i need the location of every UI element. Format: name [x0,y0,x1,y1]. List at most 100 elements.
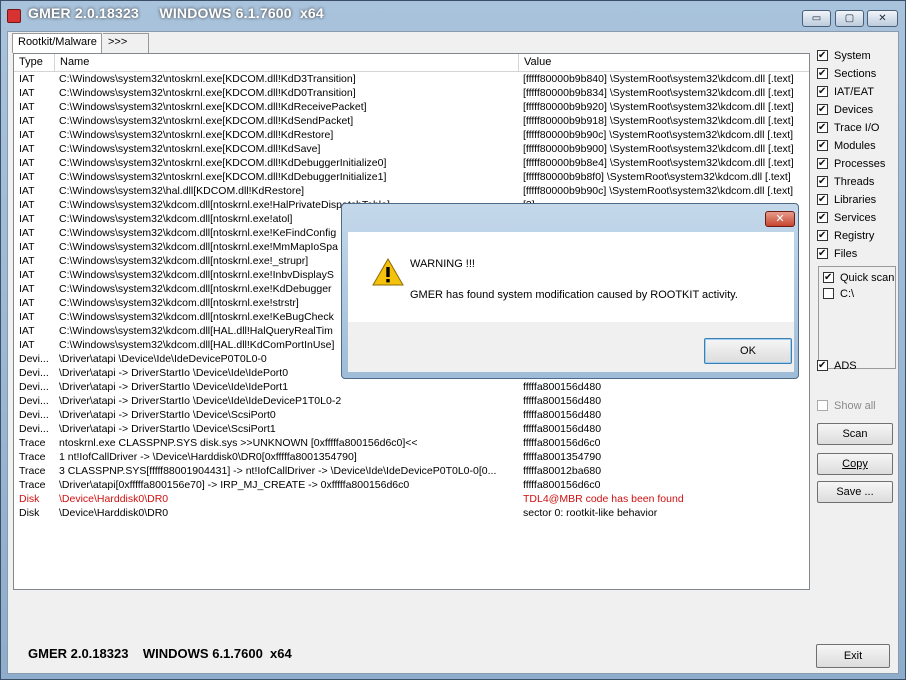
option-label: Sections [834,68,877,80]
table-row[interactable]: IAT C:\Windows\system32\ntoskrnl.exe[KDCO… [14,114,809,128]
row-type-cell: IAT [19,73,35,85]
table-row[interactable]: IAT C:\Windows\system32\ntoskrnl.exe[KDCO… [14,72,809,86]
checkbox-icon [817,102,828,118]
option-checkbox-sections[interactable]: Sections [817,66,876,82]
row-name-cell: \Device\Harddisk0\DR0 [59,507,169,519]
scan-button[interactable]: Scan [817,423,893,445]
show-all-checkbox[interactable]: Show all [817,398,876,414]
option-checkbox-libraries[interactable]: Libraries [817,192,876,208]
row-type-cell: IAT [19,213,35,225]
title-bar[interactable]: GMER 2.0.18323 WINDOWS 6.1.7600 x64 ▭ ▢ … [1,1,905,31]
checkbox-icon [817,48,828,64]
row-value-cell: fffffa800156d480 [523,409,602,421]
option-checkbox-devices[interactable]: Devices [817,102,873,118]
row-type-cell: Devi... [19,423,49,435]
maximize-button[interactable]: ▢ [835,10,864,27]
option-checkbox-iat-eat[interactable]: IAT/EAT [817,84,874,100]
row-type-cell: Devi... [19,367,49,379]
option-checkbox-registry[interactable]: Registry [817,228,874,244]
row-value-cell: [fffff80000b9b90c] \SystemRoot\system32\… [523,185,794,197]
row-value-cell: fffffa80012ba680 [523,465,602,477]
table-row[interactable]: Trace ntoskrnl.exe CLASSPNP.SYS disk.sys … [14,436,809,450]
row-value-cell: fffffa800156d6c0 [523,479,601,491]
checkbox-icon [817,246,828,262]
exit-button[interactable]: Exit [816,644,890,668]
close-icon: ✕ [878,13,887,24]
row-name-cell: C:\Windows\system32\ntoskrnl.exe[KDCOM.d… [59,101,367,113]
checkbox-icon [817,228,828,244]
table-row[interactable]: IAT C:\Windows\system32\hal.dll[KDCOM.dll… [14,184,809,198]
table-row[interactable]: IAT C:\Windows\system32\ntoskrnl.exe[KDCO… [14,170,809,184]
table-row[interactable]: Trace \Driver\atapi[0xfffffa800156e70] ->… [14,478,809,492]
row-type-cell: IAT [19,157,35,169]
table-row[interactable]: Devi... \Driver\atapi -> DriverStartIo \D… [14,380,809,394]
quick-scan-checkbox[interactable]: Quick scan [823,270,894,286]
row-type-cell: IAT [19,171,35,183]
main-window: GMER 2.0.18323 WINDOWS 6.1.7600 x64 ▭ ▢ … [0,0,906,680]
table-row[interactable]: IAT C:\Windows\system32\ntoskrnl.exe[KDCO… [14,100,809,114]
ok-button[interactable]: OK [704,338,792,364]
row-value-cell: fffffa800156d6c0 [523,437,601,449]
row-type-cell: Disk [19,493,40,505]
table-row[interactable]: IAT C:\Windows\system32\ntoskrnl.exe[KDCO… [14,128,809,142]
row-type-cell: IAT [19,283,35,295]
warning-dialog: ✕ WARNING !!! GMER has found system modi… [341,203,799,379]
option-checkbox-processes[interactable]: Processes [817,156,885,172]
row-type-cell: Trace [19,451,46,463]
row-name-cell: 1 nt!IofCallDriver -> \Device\Harddisk0\… [59,451,357,463]
row-type-cell: IAT [19,297,35,309]
table-row[interactable]: Devi... \Driver\atapi -> DriverStartIo \D… [14,422,809,436]
dialog-close-button[interactable]: ✕ [765,211,795,227]
copy-button[interactable]: Copy [817,453,893,475]
option-checkbox-files[interactable]: Files [817,246,857,262]
row-name-cell: C:\Windows\system32\ntoskrnl.exe[KDCOM.d… [59,73,356,85]
table-row[interactable]: IAT C:\Windows\system32\ntoskrnl.exe[KDCO… [14,142,809,156]
table-row[interactable]: Trace 1 nt!IofCallDriver -> \Device\Hardd… [14,450,809,464]
tab-more[interactable]: >>> [103,33,149,53]
row-name-cell: \Driver\atapi[0xfffffa800156e70] -> IRP_… [59,479,410,491]
row-type-cell: IAT [19,129,35,141]
table-row[interactable]: Devi... \Driver\atapi -> DriverStartIo \D… [14,394,809,408]
row-name-cell: \Driver\atapi -> DriverStartIo \Device\S… [59,423,276,435]
row-value-cell: [fffff80000b9b920] \SystemRoot\system32\… [523,101,794,113]
table-row[interactable]: Trace 3 CLASSPNP.SYS[fffff88001904431] ->… [14,464,809,478]
option-checkbox-threads[interactable]: Threads [817,174,874,190]
drive-c-checkbox[interactable]: C:\ [823,286,854,302]
ads-label: ADS [834,360,857,372]
row-name-cell: \Driver\atapi -> DriverStartIo \Device\I… [59,395,342,407]
table-row[interactable]: Devi... \Driver\atapi -> DriverStartIo \D… [14,408,809,422]
column-header-value[interactable]: Value [519,54,809,71]
window-title: GMER 2.0.18323 WINDOWS 6.1.7600 x64 [28,5,324,21]
table-row[interactable]: Disk \Device\Harddisk0\DR0 TDL4@MBR code h… [14,492,809,506]
checkbox-icon [817,400,828,411]
option-checkbox-services[interactable]: Services [817,210,876,226]
minimize-button[interactable]: ▭ [802,10,831,27]
table-row[interactable]: Disk \Device\Harddisk0\DR0 sector 0: rootk… [14,506,809,520]
checkbox-icon [817,156,828,172]
close-icon: ✕ [775,213,785,225]
option-checkbox-modules[interactable]: Modules [817,138,876,154]
app-icon [7,9,21,23]
row-name-cell: C:\Windows\system32\hal.dll[KDCOM.dll!Kd… [59,185,305,197]
row-value-cell: fffffa8001354790 [523,451,602,463]
row-type-cell: IAT [19,269,35,281]
row-value-cell: TDL4@MBR code has been found [523,493,684,505]
option-checkbox-system[interactable]: System [817,48,871,64]
row-type-cell: IAT [19,325,35,337]
option-checkbox-trace-i-o[interactable]: Trace I/O [817,120,879,136]
row-type-cell: Trace [19,437,46,449]
column-header-type[interactable]: Type [14,54,55,71]
option-label: IAT/EAT [834,86,874,98]
row-name-cell: C:\Windows\system32\ntoskrnl.exe[KDCOM.d… [59,87,356,99]
table-row[interactable]: IAT C:\Windows\system32\ntoskrnl.exe[KDCO… [14,86,809,100]
row-value-cell: fffffa800156d480 [523,395,602,407]
row-type-cell: Devi... [19,409,49,421]
row-type-cell: IAT [19,87,35,99]
save-button[interactable]: Save ... [817,481,893,503]
ads-checkbox[interactable]: ADS [817,358,857,374]
table-row[interactable]: IAT C:\Windows\system32\ntoskrnl.exe[KDCO… [14,156,809,170]
column-header-name[interactable]: Name [55,54,519,71]
tab-rootkit-malware[interactable]: Rootkit/Malware [12,33,102,53]
row-type-cell: IAT [19,101,35,113]
close-button[interactable]: ✕ [867,10,898,27]
